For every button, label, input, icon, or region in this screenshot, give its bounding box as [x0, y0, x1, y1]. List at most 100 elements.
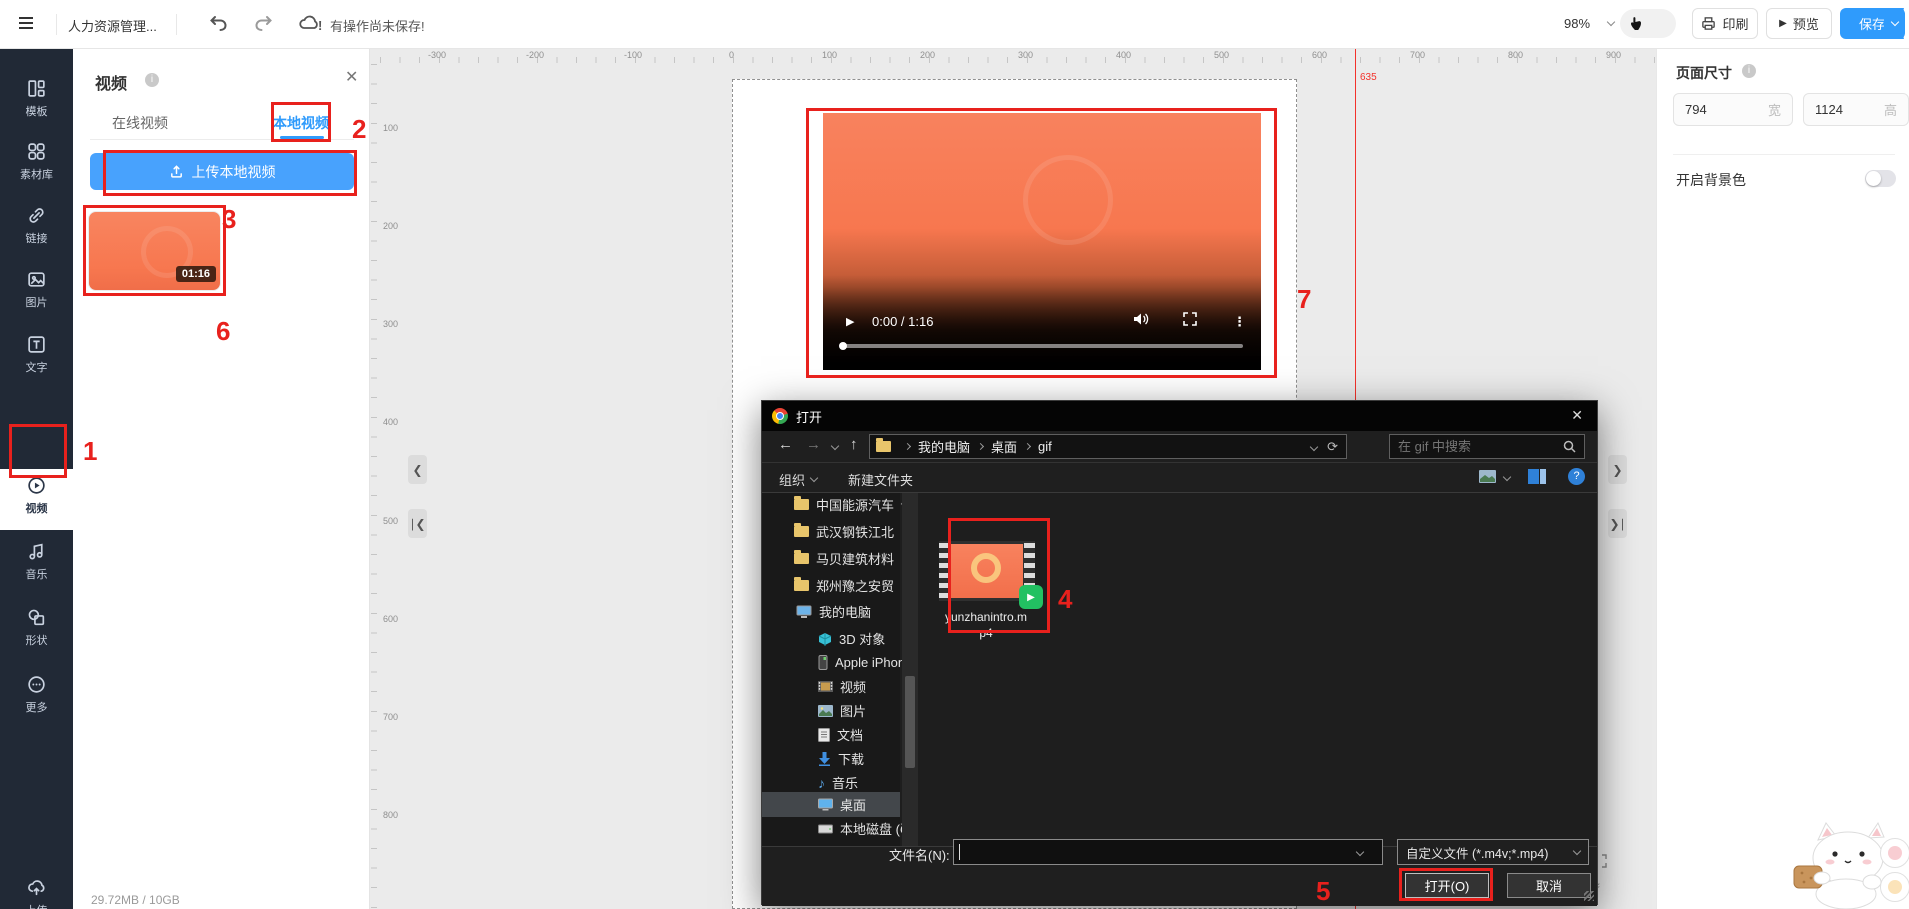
- sidebar-item-text[interactable]: 文字: [0, 328, 73, 386]
- panel-close-icon[interactable]: ✕: [345, 67, 358, 87]
- collapse-to-start-icon[interactable]: ∣❮: [408, 509, 427, 538]
- open-button[interactable]: 打开(O): [1405, 873, 1489, 898]
- sidebar-item-library[interactable]: 素材库: [0, 135, 73, 193]
- tree-item-pinned[interactable]: 武汉钢铁江北: [790, 520, 913, 543]
- sidebar-item-template[interactable]: 模板: [0, 72, 73, 130]
- video-volume-icon[interactable]: [1133, 312, 1149, 329]
- video-seek-bar[interactable]: [841, 344, 1243, 348]
- filetype-select[interactable]: 自定义文件 (*.m4v;*.mp4): [1397, 839, 1589, 865]
- sidebar-item-music[interactable]: 音乐: [0, 535, 73, 593]
- tree-item-pinned[interactable]: 马贝建筑材料: [790, 547, 913, 570]
- new-folder-button[interactable]: 新建文件夹: [848, 470, 913, 489]
- file-open-dialog: 打开 ✕ ← → ↑ 我的电脑 桌面 gif ⟳ 组织: [761, 400, 1598, 905]
- filetype-value: 自定义文件 (*.m4v;*.mp4): [1406, 843, 1548, 862]
- bg-color-toggle[interactable]: [1865, 170, 1896, 187]
- history-chevron-icon[interactable]: [831, 442, 839, 450]
- crumb-computer[interactable]: 我的电脑: [918, 437, 970, 456]
- organize-button[interactable]: 组织: [779, 470, 817, 489]
- sidebar-item-upload[interactable]: 上传: [0, 871, 73, 909]
- document-title[interactable]: 人力资源管理...: [68, 16, 157, 35]
- tree-item-pictures[interactable]: 图片: [814, 699, 866, 722]
- film-icon: [818, 680, 833, 693]
- tree-item-music[interactable]: ♪音乐: [814, 771, 858, 794]
- collapse-to-end-icon[interactable]: ❯∣: [1608, 509, 1627, 538]
- top-toolbar: 人力资源管理... ! 有操作尚未保存! 98% 印刷 ▶ 预览 保存: [0, 0, 1909, 49]
- sidebar-item-more[interactable]: 更多: [0, 668, 73, 726]
- details-pane-icon[interactable]: [1528, 469, 1546, 487]
- address-dropdown-icon[interactable]: [1310, 442, 1318, 450]
- zoom-chevron-icon[interactable]: [1607, 18, 1615, 26]
- tab-online-video[interactable]: 在线视频: [112, 113, 168, 133]
- refresh-icon[interactable]: ⟳: [1327, 439, 1338, 455]
- tree-item-desktop[interactable]: 桌面: [814, 793, 866, 816]
- search-input[interactable]: [1398, 439, 1548, 454]
- video-fullscreen-icon[interactable]: [1183, 312, 1197, 329]
- cancel-button[interactable]: 取消: [1507, 873, 1591, 898]
- sidebar-item-image[interactable]: 图片: [0, 263, 73, 321]
- collapse-right-icon[interactable]: ❯: [1608, 455, 1627, 484]
- preview-button[interactable]: ▶ 预览: [1766, 8, 1832, 39]
- video-kebab-icon[interactable]: ⋮: [1233, 314, 1246, 330]
- up-icon[interactable]: ↑: [850, 436, 858, 453]
- collapse-left-icon[interactable]: ❮: [408, 455, 427, 484]
- tab-local-video[interactable]: 本地视频: [273, 113, 329, 133]
- dialog-address-bar: ← → ↑ 我的电脑 桌面 gif ⟳: [762, 431, 1597, 463]
- tree-item-videos[interactable]: 视频: [814, 675, 866, 698]
- tree-item-downloads[interactable]: 下载: [814, 747, 864, 770]
- back-icon[interactable]: ←: [778, 436, 793, 453]
- tree-scrollbar-thumb[interactable]: [905, 676, 915, 768]
- tree-item-computer[interactable]: 我的电脑: [792, 600, 871, 623]
- resize-grip[interactable]: [1584, 891, 1594, 901]
- filename-field[interactable]: [953, 839, 1383, 865]
- sticker-badge[interactable]: [1880, 872, 1909, 902]
- crumb-desktop[interactable]: 桌面: [991, 437, 1017, 456]
- file-item[interactable]: ▶ yunzhanintro.m p4: [931, 529, 1061, 649]
- zoom-level[interactable]: 98%: [1564, 16, 1590, 31]
- ruler-label: 600: [1312, 50, 1327, 60]
- redo-icon[interactable]: [252, 12, 274, 38]
- tree-item-pinned[interactable]: 中国能源汽车: [790, 493, 913, 516]
- phone-icon: [818, 655, 828, 670]
- seek-handle[interactable]: [839, 342, 847, 350]
- tree-item-3d[interactable]: 3D 对象: [814, 627, 885, 650]
- dialog-titlebar[interactable]: 打开 ✕: [762, 401, 1597, 431]
- tree-item-documents[interactable]: 文档: [814, 723, 863, 746]
- crumb-folder[interactable]: gif: [1038, 439, 1052, 454]
- tree-scrollbar-track[interactable]: [902, 493, 918, 846]
- sticker-badge[interactable]: [1880, 838, 1909, 868]
- sidebar-item-shape[interactable]: 形状: [0, 601, 73, 659]
- breadcrumb[interactable]: 我的电脑 桌面 gif ⟳: [869, 434, 1347, 459]
- undo-icon[interactable]: [208, 12, 230, 38]
- hand-tool-toggle[interactable]: [1620, 9, 1676, 38]
- canvas-video-player[interactable]: ▶ 0:00 / 1:16 ⋮: [823, 113, 1261, 370]
- view-thumbnails-icon[interactable]: [1479, 469, 1497, 487]
- info-icon[interactable]: i: [145, 73, 159, 87]
- view-dropdown-icon[interactable]: [1503, 473, 1511, 481]
- search-box[interactable]: [1389, 434, 1585, 459]
- dialog-toolbar: 组织 新建文件夹 ?: [762, 463, 1597, 493]
- upload-local-video-button[interactable]: 上传本地视频: [90, 153, 354, 190]
- sidebar-item-link[interactable]: 链接: [0, 199, 73, 257]
- tree-item-iphone[interactable]: Apple iPhone: [814, 651, 912, 674]
- page-height-field[interactable]: 高: [1803, 93, 1909, 126]
- ruler-label: 200: [383, 221, 398, 231]
- filename-dropdown-icon[interactable]: [1356, 848, 1364, 856]
- page-width-field[interactable]: 宽: [1673, 93, 1793, 126]
- page-width-input[interactable]: [1685, 102, 1737, 117]
- video-thumbnail[interactable]: 01:16: [88, 211, 221, 291]
- forward-icon[interactable]: →: [806, 436, 821, 453]
- help-icon[interactable]: ?: [1568, 468, 1585, 485]
- print-button[interactable]: 印刷: [1692, 8, 1758, 39]
- hamburger-menu-icon[interactable]: [16, 13, 36, 37]
- video-play-icon[interactable]: ▶: [846, 315, 854, 328]
- info-icon[interactable]: i: [1742, 64, 1756, 78]
- sidebar-item-video[interactable]: 视频: [0, 469, 73, 530]
- guideline-value: 635: [1360, 72, 1377, 83]
- page-height-input[interactable]: [1815, 102, 1867, 117]
- save-dropdown-button[interactable]: [1884, 8, 1905, 39]
- shape-icon: [26, 607, 47, 628]
- dialog-close-icon[interactable]: ✕: [1571, 407, 1583, 424]
- tree-item-pinned[interactable]: 郑州豫之安贸: [790, 574, 913, 597]
- filename-input[interactable]: [959, 844, 1349, 860]
- search-icon[interactable]: [1563, 440, 1576, 453]
